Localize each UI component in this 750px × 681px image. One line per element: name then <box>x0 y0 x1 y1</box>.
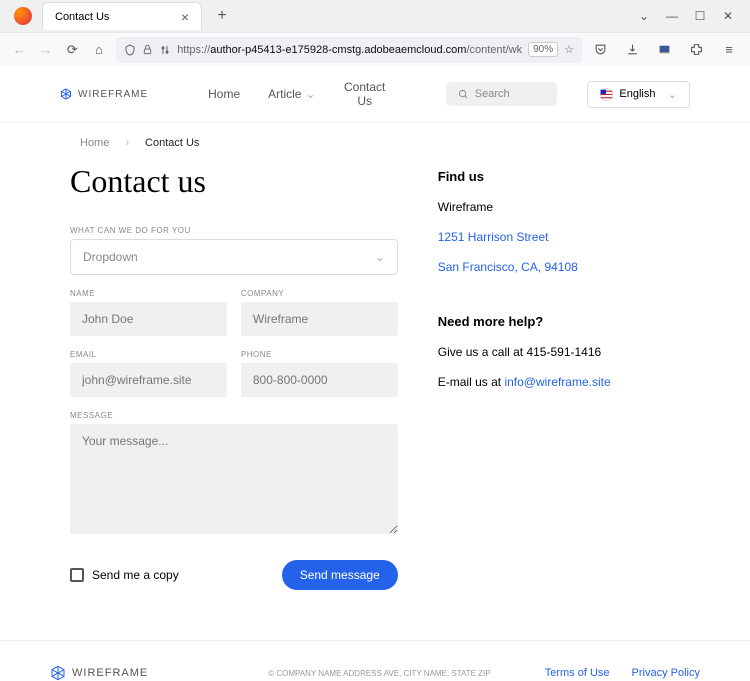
zoom-badge[interactable]: 90% <box>528 42 558 57</box>
name-field[interactable] <box>70 302 227 336</box>
menu-icon[interactable]: ≡ <box>718 39 740 61</box>
footer-copyright: © COMPANY NAME ADDRESS AVE, CITY NAME, S… <box>268 669 490 678</box>
extensions-icon[interactable] <box>686 39 708 61</box>
tab-bar: Contact Us × + ⌄ — ☐ ✕ <box>0 0 750 32</box>
address-line2-link[interactable]: San Francisco, CA, 94108 <box>438 260 680 274</box>
forward-icon[interactable]: → <box>37 39 56 61</box>
language-selector[interactable]: English ⌄ <box>587 81 690 108</box>
shield-icon[interactable] <box>124 44 136 56</box>
footer-brand[interactable]: WIREFRAME <box>50 665 148 681</box>
send-copy-checkbox[interactable]: Send me a copy <box>70 568 179 582</box>
brand-logo[interactable]: WIREFRAME <box>60 88 148 100</box>
reload-icon[interactable]: ⟳ <box>63 39 82 61</box>
new-tab-button[interactable]: + <box>210 4 234 28</box>
site-footer: WIREFRAME © COMPANY NAME ADDRESS AVE, CI… <box>0 640 750 681</box>
call-text: Give us a call at 415-591-1416 <box>438 345 680 359</box>
chevron-right-icon: › <box>125 137 129 149</box>
page-title: Contact us <box>70 163 398 200</box>
company-field[interactable] <box>241 302 398 336</box>
language-label: English <box>619 88 655 100</box>
checkbox-icon <box>70 568 84 582</box>
star-icon[interactable]: ☆ <box>564 43 574 56</box>
home-icon[interactable]: ⌂ <box>90 39 109 61</box>
maximize-icon[interactable]: ☐ <box>692 8 708 24</box>
app-icon[interactable] <box>654 39 676 61</box>
footer-brand-text: WIREFRAME <box>72 667 148 679</box>
nav-contact[interactable]: Contact Us <box>344 80 386 108</box>
nav-home[interactable]: Home <box>208 80 240 108</box>
firefox-logo-icon <box>14 7 32 25</box>
email-text: E-mail us at info@wireframe.site <box>438 375 680 389</box>
privacy-link[interactable]: Privacy Policy <box>632 667 700 679</box>
search-icon <box>458 89 469 100</box>
help-heading: Need more help? <box>438 314 680 329</box>
address-line1-link[interactable]: 1251 Harrison Street <box>438 230 680 244</box>
message-field[interactable] <box>70 424 398 534</box>
main-nav: Home Article ⌄ Contact Us <box>208 80 386 108</box>
breadcrumb-home[interactable]: Home <box>80 137 109 149</box>
brand-text: WIREFRAME <box>78 89 148 100</box>
label-name: NAME <box>70 289 227 298</box>
minimize-icon[interactable]: — <box>664 8 680 24</box>
cube-icon <box>60 88 72 100</box>
email-field[interactable] <box>70 363 227 397</box>
phone-field[interactable] <box>241 363 398 397</box>
company-name: Wireframe <box>438 200 680 214</box>
close-icon[interactable]: × <box>181 9 189 25</box>
pocket-icon[interactable] <box>590 39 612 61</box>
url-bar[interactable]: https://author-p45413-e175928-cmstg.adob… <box>116 37 582 63</box>
label-email: EMAIL <box>70 350 227 359</box>
nav-article[interactable]: Article ⌄ <box>268 80 315 108</box>
browser-toolbar: ← → ⟳ ⌂ https://author-p45413-e175928-cm… <box>0 32 750 66</box>
dropdown-what[interactable]: Dropdown ⌄ <box>70 239 398 275</box>
search-placeholder: Search <box>475 88 510 100</box>
browser-tab[interactable]: Contact Us × <box>42 2 202 30</box>
dropdown-value: Dropdown <box>83 250 138 264</box>
site-header: WIREFRAME Home Article ⌄ Contact Us Sear… <box>0 66 750 123</box>
checkbox-label: Send me a copy <box>92 568 179 582</box>
settings-icon[interactable] <box>159 44 171 56</box>
cube-icon <box>50 665 66 681</box>
chevron-down-icon: ⌄ <box>375 250 385 264</box>
find-us-heading: Find us <box>438 169 680 184</box>
terms-link[interactable]: Terms of Use <box>545 667 610 679</box>
close-window-icon[interactable]: ✕ <box>720 8 736 24</box>
label-phone: PHONE <box>241 350 398 359</box>
chevron-down-icon: ⌄ <box>305 87 315 101</box>
breadcrumb-current: Contact Us <box>145 137 199 149</box>
back-icon[interactable]: ← <box>10 39 29 61</box>
lock-icon[interactable] <box>142 44 153 55</box>
label-what: WHAT CAN WE DO FOR YOU <box>70 226 398 235</box>
email-link[interactable]: info@wireframe.site <box>504 375 610 389</box>
tab-title: Contact Us <box>55 11 109 23</box>
chevron-down-icon[interactable]: ⌄ <box>636 8 652 24</box>
label-message: MESSAGE <box>70 411 398 420</box>
label-company: COMPANY <box>241 289 398 298</box>
chevron-down-icon: ⌄ <box>668 88 677 101</box>
breadcrumb: Home › Contact Us <box>0 123 750 163</box>
search-input[interactable]: Search <box>446 82 558 106</box>
flag-icon <box>600 88 613 101</box>
download-icon[interactable] <box>622 39 644 61</box>
url-text: https://author-p45413-e175928-cmstg.adob… <box>177 44 522 56</box>
send-button[interactable]: Send message <box>282 560 398 590</box>
